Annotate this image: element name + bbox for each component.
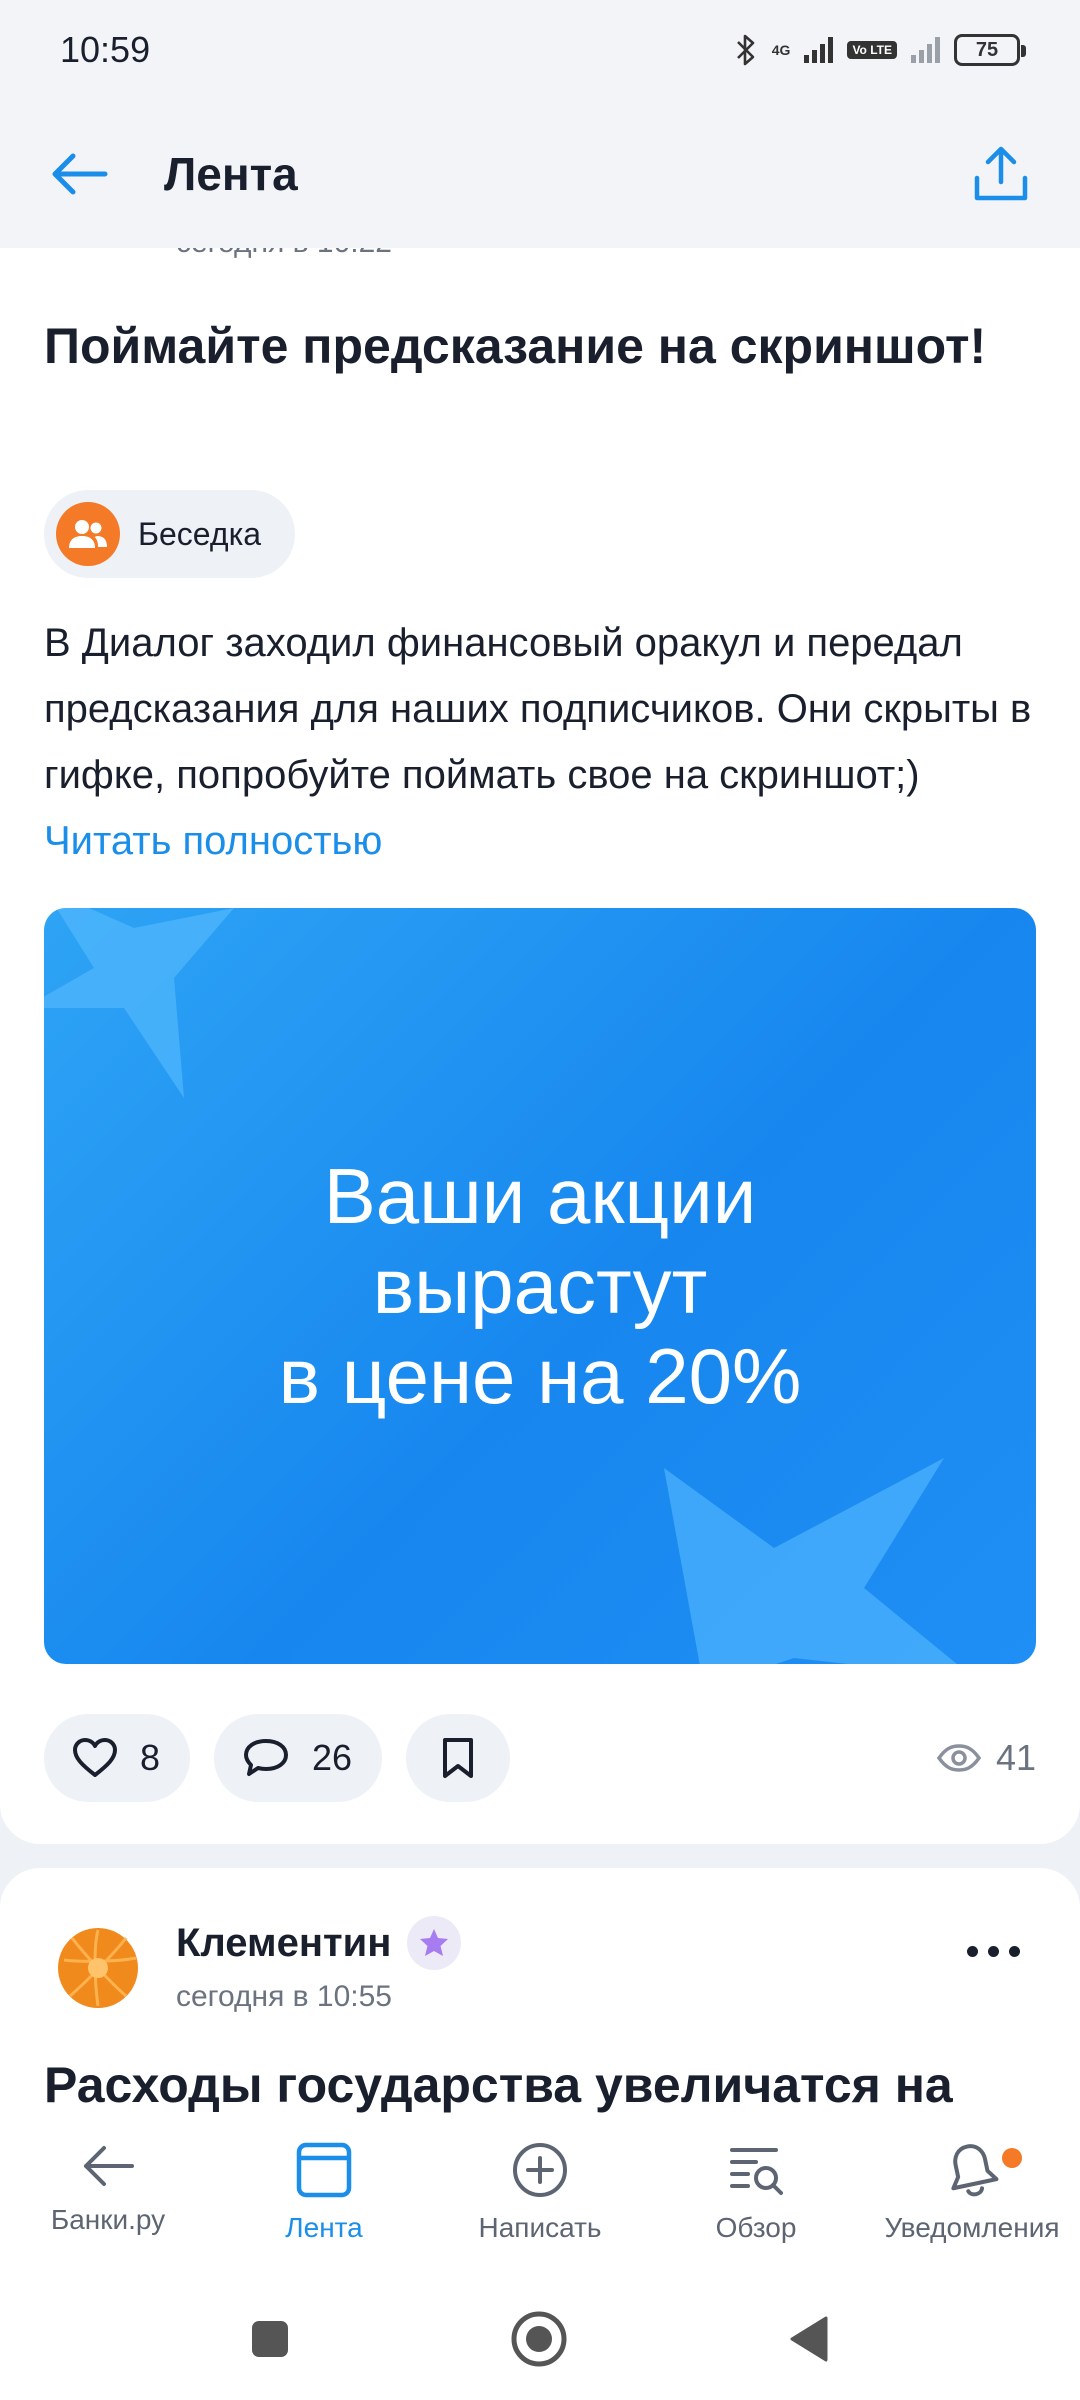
views-counter: 41 bbox=[936, 1737, 1036, 1779]
image-line: вырастут bbox=[372, 1242, 708, 1330]
bookmark-button[interactable] bbox=[406, 1714, 511, 1802]
back-button[interactable] bbox=[44, 139, 114, 209]
heart-icon bbox=[73, 1738, 117, 1777]
share-button[interactable] bbox=[966, 139, 1036, 209]
nav-item-banki[interactable]: Банки.ру bbox=[0, 2118, 216, 2278]
comment-button[interactable]: 26 bbox=[214, 1714, 383, 1802]
bell-icon bbox=[951, 2144, 999, 2197]
search-list-icon bbox=[730, 2148, 783, 2195]
signal-2-icon bbox=[911, 37, 940, 63]
back-system-button[interactable] bbox=[788, 2315, 830, 2363]
post-card[interactable]: Клементин сегодня в 10:55 Расходы госуда… bbox=[0, 1868, 1080, 2118]
recents-button[interactable] bbox=[250, 2319, 290, 2359]
bluetooth-icon bbox=[736, 34, 755, 66]
post-card[interactable]: сегодня в 10:22 Поймайте предсказание на… bbox=[0, 226, 1080, 1844]
read-more-link[interactable]: Читать полностью bbox=[44, 819, 382, 863]
triangle-back-icon bbox=[790, 2316, 828, 2362]
author-name[interactable]: Клементин bbox=[176, 1921, 391, 1966]
bookmark-icon bbox=[443, 1738, 474, 1778]
like-count: 8 bbox=[140, 1737, 161, 1778]
nav-item-notifications[interactable]: Уведомления bbox=[864, 2118, 1080, 2278]
nav-item-write[interactable]: Написать bbox=[432, 2118, 648, 2278]
bottom-navigation: Банки.ру Лента Написать Обзор Уведомлени… bbox=[0, 2118, 1080, 2278]
avatar[interactable] bbox=[50, 1916, 146, 2012]
image-caption: Ваши акции вырастут в цене на 20% bbox=[44, 908, 1036, 1664]
image-line: в цене на 20% bbox=[278, 1332, 802, 1420]
views-count: 41 bbox=[995, 1737, 1036, 1778]
status-bar: 10:59 4G Vo LTE 75 bbox=[0, 0, 1080, 100]
arrow-left-icon bbox=[84, 2146, 134, 2186]
arrow-left-icon bbox=[52, 153, 108, 195]
page-title: Лента bbox=[164, 148, 298, 200]
volte-icon: Vo LTE bbox=[847, 41, 897, 59]
comment-icon bbox=[244, 1739, 289, 1776]
square-icon bbox=[252, 2321, 288, 2357]
home-circle-icon bbox=[511, 2311, 567, 2367]
app-header: Лента bbox=[0, 100, 1080, 248]
post-title[interactable]: Расходы государства увеличатся на bbox=[44, 2056, 953, 2114]
nav-label: Уведомления bbox=[884, 2212, 1060, 2243]
status-time: 10:59 bbox=[60, 29, 151, 70]
people-icon bbox=[56, 502, 120, 566]
notification-dot bbox=[1002, 2148, 1022, 2168]
post-time: сегодня в 10:55 bbox=[176, 1980, 392, 2013]
more-options-button[interactable] bbox=[967, 1946, 1020, 1957]
like-button[interactable]: 8 bbox=[44, 1714, 191, 1802]
share-icon bbox=[974, 146, 1028, 201]
post-actions: 8 26 41 bbox=[44, 1714, 1036, 1802]
signal-icon bbox=[804, 37, 834, 63]
post-text: В Диалог заходил финансовый оракул и пер… bbox=[44, 610, 1044, 874]
plus-circle-icon bbox=[513, 2143, 567, 2197]
comment-count: 26 bbox=[312, 1737, 353, 1778]
nav-item-feed[interactable]: Лента bbox=[216, 2118, 432, 2278]
nav-label: Банки.ру bbox=[50, 2204, 166, 2235]
author[interactable]: Клементин bbox=[176, 1916, 462, 1970]
nav-item-overview[interactable]: Обзор bbox=[648, 2118, 864, 2278]
image-line: Ваши акции bbox=[323, 1152, 757, 1240]
battery-icon: 75 bbox=[954, 34, 1026, 66]
eye-icon bbox=[936, 1744, 982, 1772]
status-icons: 4G Vo LTE 75 bbox=[734, 33, 1026, 67]
network-type: 4G bbox=[771, 42, 791, 58]
battery-level: 75 bbox=[975, 38, 999, 61]
nav-label: Лента bbox=[285, 2212, 363, 2243]
post-image[interactable]: Ваши акции вырастут в цене на 20% bbox=[44, 908, 1036, 1664]
post-body: В Диалог заходил финансовый оракул и пер… bbox=[44, 621, 1032, 797]
feed-icon bbox=[296, 2142, 352, 2198]
chip-label: Беседка bbox=[138, 515, 262, 552]
star-badge-icon bbox=[407, 1916, 462, 1970]
community-chip[interactable]: Беседка bbox=[44, 490, 296, 578]
nav-label: Обзор bbox=[715, 2212, 797, 2243]
system-navigation bbox=[0, 2278, 1080, 2400]
post-title[interactable]: Поймайте предсказание на скриншот! bbox=[44, 308, 1034, 384]
home-button[interactable] bbox=[510, 2310, 568, 2368]
nav-label: Написать bbox=[478, 2212, 602, 2243]
